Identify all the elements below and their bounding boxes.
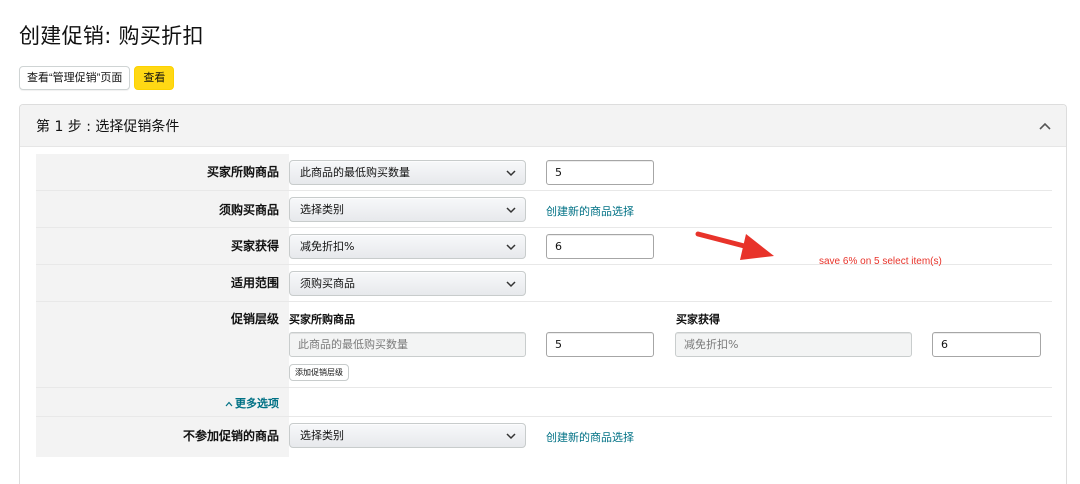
buyer-purchase-quantity-input[interactable]: 5 bbox=[546, 160, 654, 185]
promotion-tiers-label: 促销层级 bbox=[230, 312, 279, 326]
buyer-purchase-select[interactable]: 此商品的最低购买数量 bbox=[289, 160, 526, 185]
buyer-gets-discount-input[interactable]: 6 bbox=[546, 234, 654, 259]
applies-to-label: 适用范围 bbox=[230, 276, 279, 290]
buyer-gets-label: 买家获得 bbox=[230, 239, 279, 253]
label-cell: 适用范围 bbox=[36, 265, 289, 301]
tier-buyer-gets-input[interactable]: 减免折扣% bbox=[675, 332, 912, 357]
chevron-down-icon bbox=[506, 207, 516, 214]
step-1-title: 第 1 步 : 选择促销条件 bbox=[36, 118, 180, 135]
row-required-items: 须购买商品 选择类别 创建新的商品选择 bbox=[36, 191, 1052, 228]
chevron-down-icon bbox=[506, 244, 516, 251]
view-button[interactable]: 查看 bbox=[134, 66, 175, 90]
label-cell: 不参加促销的商品 bbox=[36, 417, 289, 457]
row-more-options: 更多选项 bbox=[36, 388, 1052, 417]
chevron-down-icon bbox=[506, 281, 516, 288]
buyer-gets-select[interactable]: 减免折扣% bbox=[289, 234, 526, 259]
applies-to-select[interactable]: 须购买商品 bbox=[289, 271, 526, 296]
tier-col-buyer-purchase: 买家所购商品 bbox=[289, 313, 355, 326]
excluded-items-select[interactable]: 选择类别 bbox=[289, 423, 526, 448]
excluded-items-label: 不参加促销的商品 bbox=[182, 429, 279, 443]
row-excluded-items: 不参加促销的商品 选择类别 创建新的商品选择 bbox=[36, 417, 1052, 457]
applies-to-select-value: 须购买商品 bbox=[300, 277, 355, 290]
page-title: 创建促销: 购买折扣 bbox=[19, 24, 204, 48]
label-cell: 买家获得 bbox=[36, 228, 289, 264]
label-cell: 买家所购商品 bbox=[36, 154, 289, 190]
top-actions: 查看“管理促销”页面 查看 bbox=[19, 66, 175, 90]
create-product-selection-link[interactable]: 创建新的商品选择 bbox=[546, 203, 634, 219]
buyer-purchase-select-value: 此商品的最低购买数量 bbox=[300, 166, 410, 179]
tier-discount-input[interactable]: 6 bbox=[932, 332, 1041, 357]
more-options-toggle[interactable]: 更多选项 bbox=[225, 395, 279, 411]
row-applies-to: 适用范围 须购买商品 bbox=[36, 265, 1052, 302]
chevron-down-icon bbox=[506, 433, 516, 440]
row-buyer-purchase: 买家所购商品 此商品的最低购买数量 5 bbox=[36, 154, 1052, 191]
required-items-select-value: 选择类别 bbox=[300, 203, 344, 216]
annotation-text: save 6% on 5 select item(s) bbox=[819, 256, 942, 267]
required-items-select[interactable]: 选择类别 bbox=[289, 197, 526, 222]
caret-up-icon bbox=[225, 401, 233, 407]
step-1-header[interactable]: 第 1 步 : 选择促销条件 bbox=[20, 105, 1066, 147]
tier-buyer-purchase-input[interactable]: 此商品的最低购买数量 bbox=[289, 332, 526, 357]
buyer-gets-select-value: 减免折扣% bbox=[300, 240, 355, 253]
red-arrow-icon bbox=[695, 231, 774, 260]
label-cell: 促销层级 bbox=[36, 302, 289, 387]
more-options-label: 更多选项 bbox=[235, 397, 279, 410]
tier-quantity-input[interactable]: 5 bbox=[546, 332, 654, 357]
label-cell: 须购买商品 bbox=[36, 191, 289, 227]
create-product-selection-link-2[interactable]: 创建新的商品选择 bbox=[546, 429, 634, 445]
row-promotion-tiers: 促销层级 买家所购商品 买家获得 此商品的最低购买数量 5 减免折扣% 6 添加… bbox=[36, 302, 1052, 388]
chevron-up-icon[interactable] bbox=[1038, 119, 1052, 133]
label-cell: 更多选项 bbox=[36, 388, 289, 416]
required-items-label: 须购买商品 bbox=[218, 203, 279, 217]
view-manage-promotions-button[interactable]: 查看“管理促销”页面 bbox=[19, 66, 131, 90]
tier-col-buyer-gets: 买家获得 bbox=[676, 313, 720, 326]
chevron-down-icon bbox=[506, 170, 516, 177]
step-1-panel: 第 1 步 : 选择促销条件 买家所购商品 此商品的最低购买数量 5 须购买商品… bbox=[19, 104, 1067, 484]
buyer-purchase-label: 买家所购商品 bbox=[206, 165, 279, 179]
add-tier-button[interactable]: 添加促销层级 bbox=[289, 364, 349, 381]
excluded-items-select-value: 选择类别 bbox=[300, 429, 344, 442]
